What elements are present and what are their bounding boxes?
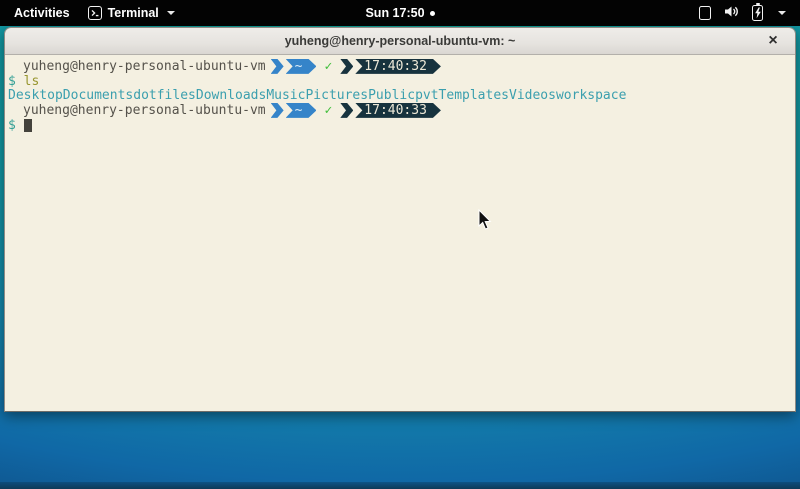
chevron-down-icon <box>778 11 786 15</box>
timestamp-badge: 17:40:33 <box>355 103 441 118</box>
app-menu[interactable]: Terminal <box>88 6 175 20</box>
path-segment: ~ <box>286 103 317 118</box>
app-menu-label: Terminal <box>108 6 159 20</box>
chevron-down-icon <box>167 11 175 15</box>
window-title: yuheng@henry-personal-ubuntu-vm: ~ <box>285 34 516 48</box>
prompt-line: yuheng@henry-personal-ubuntu-vm ~ ✓ 17:40:3… <box>8 59 793 74</box>
wallpaper-bottom-shade <box>0 482 800 489</box>
system-tray[interactable] <box>699 0 800 26</box>
volume-icon <box>724 5 739 21</box>
directory-item: dotfiles <box>133 88 196 103</box>
activities-button[interactable]: Activities <box>10 4 74 22</box>
powerline-chevron-icon <box>340 59 353 74</box>
timestamp: 17:40:33 <box>364 103 427 118</box>
timestamp-badge: 17:40:32 <box>355 59 441 74</box>
window-titlebar[interactable]: yuheng@henry-personal-ubuntu-vm: ~ × <box>5 28 795 55</box>
prompt-path: ~ <box>295 103 303 118</box>
close-button[interactable]: × <box>764 32 782 50</box>
prompt-symbol: $ <box>8 74 16 89</box>
directory-item: Downloads <box>196 88 266 103</box>
directory-item: Pictures <box>305 88 368 103</box>
directory-item: Documents <box>63 88 133 103</box>
prompt-line: yuheng@henry-personal-ubuntu-vm ~ ✓ 17:40:3… <box>8 103 793 118</box>
directory-item: Desktop <box>8 88 63 103</box>
directory-item: workspace <box>556 88 626 103</box>
top-bar: Activities Terminal Sun 17:50 <box>0 0 800 26</box>
terminal-app-icon <box>88 6 102 20</box>
prompt-symbol: $ <box>8 118 16 133</box>
terminal-content[interactable]: yuheng@henry-personal-ubuntu-vm ~ ✓ 17:40:3… <box>5 55 795 411</box>
directory-item: Music <box>266 88 305 103</box>
command-text: ls <box>24 74 40 89</box>
status-check-icon: ✓ <box>324 103 332 118</box>
screen: Activities Terminal Sun 17:50 <box>0 0 800 489</box>
directory-item: Videos <box>509 88 556 103</box>
directory-item: Public <box>368 88 415 103</box>
powerline-chevron-icon <box>271 103 284 118</box>
prompt-path: ~ <box>295 59 303 74</box>
powerline-chevron-icon <box>271 59 284 74</box>
battery-charging-icon <box>752 5 763 21</box>
directory-item: Templates <box>439 88 509 103</box>
path-segment: ~ <box>286 59 317 74</box>
prompt-user: yuheng@henry-personal-ubuntu-vm <box>23 103 266 118</box>
screen-icon <box>699 6 711 20</box>
terminal-window: yuheng@henry-personal-ubuntu-vm: ~ × yuh… <box>4 27 796 412</box>
status-check-icon: ✓ <box>324 59 332 74</box>
mouse-cursor-icon <box>478 209 492 236</box>
notification-dot-icon <box>430 11 435 16</box>
input-line: $ <box>8 118 793 133</box>
timestamp: 17:40:32 <box>364 59 427 74</box>
prompt-user: yuheng@henry-personal-ubuntu-vm <box>23 59 266 74</box>
powerline-chevron-icon <box>340 103 353 118</box>
clock-label: Sun 17:50 <box>365 6 424 20</box>
ls-output: Desktop Documents dotfiles Downloads Mus… <box>8 88 793 103</box>
command-line: $ ls <box>8 74 793 89</box>
directory-item: pvt <box>415 88 438 103</box>
text-cursor <box>24 119 33 132</box>
